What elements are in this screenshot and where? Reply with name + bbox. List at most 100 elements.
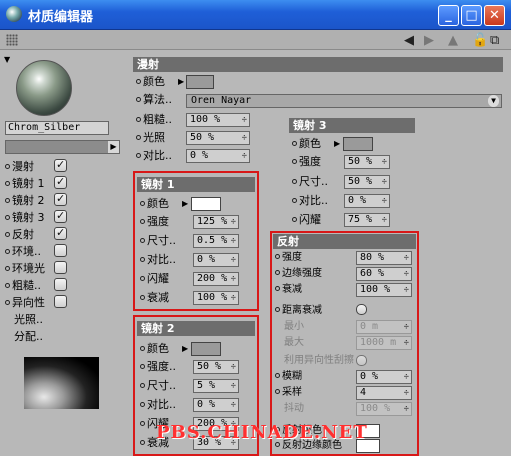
forward-arrow-icon[interactable]: ▶ [424, 33, 434, 48]
spec1-color-label: 颜色 [140, 195, 169, 212]
channel-rough[interactable]: 粗糙.. [5, 277, 41, 293]
spec3-strength-input[interactable]: 50 % [344, 155, 390, 169]
spec1-strength-input[interactable]: 125 % [193, 215, 239, 229]
spec1-size-input[interactable]: 0.5 % [193, 234, 239, 248]
material-name-field[interactable]: Chrom_Silber [5, 121, 109, 135]
reflect-strength-input[interactable]: 80 % [356, 251, 412, 265]
spec1-strength-label: 强度 [140, 213, 169, 230]
section-spec2-header: 镜射 2 [137, 321, 255, 336]
channel-ambient-checkbox[interactable] [54, 261, 67, 274]
reflect-max-label: 最大 [284, 337, 304, 348]
spec1-contrast-input[interactable]: 0 % [193, 253, 239, 267]
maximize-button[interactable]: □ [461, 5, 482, 26]
reflect-max-input[interactable]: 1000 m [356, 336, 412, 350]
reflect-samples-label: 采样 [275, 384, 302, 401]
channel-ambient[interactable]: 环境光 [5, 260, 45, 276]
channel-illum[interactable]: 光照.. [14, 311, 43, 327]
reflect-falloff-input[interactable]: 100 % [356, 283, 412, 297]
channel-spec2-checkbox[interactable] [54, 192, 67, 206]
diffuse-color-swatch[interactable] [186, 75, 214, 89]
reflect-min-input[interactable]: 0 m [356, 320, 412, 334]
watermark: PBS.CHINADE.NET [156, 422, 368, 443]
reflect-falloff-label: 衰减 [275, 281, 302, 298]
channel-assign[interactable]: 分配.. [14, 328, 43, 344]
spec1-contrast-label: 对比.. [140, 251, 176, 268]
section-spec1-header: 镜射 1 [137, 177, 255, 192]
spec3-glare-label: 闪耀 [292, 211, 321, 228]
channel-aniso-checkbox[interactable] [54, 295, 67, 308]
reflect-edge-input[interactable]: 60 % [356, 267, 412, 281]
reflect-strength-label: 强度 [275, 249, 302, 266]
reflect-aniso-label: 利用异向性刮擦 [284, 355, 354, 366]
diffuse-light-input[interactable]: 50 % [186, 131, 250, 145]
diffuse-rough-label: 粗糙.. [136, 111, 172, 128]
close-button[interactable]: ✕ [484, 5, 505, 26]
grip-icon[interactable] [6, 34, 18, 46]
reflect-samples-input[interactable]: 4 [356, 386, 412, 400]
spec3-size-input[interactable]: 50 % [344, 175, 390, 189]
reflect-jitter-input[interactable]: 100 % [356, 402, 412, 416]
color-expand-icon[interactable]: ▶ [334, 139, 340, 148]
section-reflect-header: 反射 [273, 234, 416, 249]
diffuse-contrast-input[interactable]: 0 % [186, 149, 250, 163]
expand-triangle-icon[interactable]: ▼ [4, 55, 10, 64]
reflect-dist-checkbox[interactable] [356, 304, 367, 315]
spec2-contrast-label: 对比.. [140, 396, 176, 413]
color-expand-icon[interactable]: ▶ [178, 77, 184, 86]
channel-diffuse-checkbox[interactable] [54, 158, 67, 172]
channel-reflect[interactable]: 反射 [5, 226, 34, 242]
spec2-color-swatch[interactable] [191, 342, 221, 356]
color-expand-icon[interactable]: ▶ [182, 344, 188, 353]
algorithm-dropdown[interactable]: Oren Nayar ▼ [186, 94, 502, 108]
channel-env[interactable]: 环境.. [5, 243, 41, 259]
channel-spec1[interactable]: 镜射 1 [5, 175, 45, 191]
diffuse-light-label: 光照 [136, 129, 165, 146]
reflect-edge-label: 边缘强度 [275, 265, 322, 282]
channel-spec3[interactable]: 镜射 3 [5, 209, 45, 225]
spec1-glare-input[interactable]: 200 % [193, 272, 239, 286]
reflect-blur-label: 模糊 [275, 368, 302, 385]
texture-thumbnail[interactable] [24, 357, 99, 409]
up-arrow-icon[interactable]: ▲ [448, 33, 458, 48]
spec1-color-swatch[interactable] [191, 197, 221, 211]
spec1-size-label: 尺寸.. [140, 232, 176, 249]
spec3-glare-input[interactable]: 75 % [344, 213, 390, 227]
back-arrow-icon[interactable]: ◀ [404, 33, 414, 48]
spec2-strength-input[interactable]: 50 % [193, 360, 239, 374]
channel-rough-checkbox[interactable] [54, 278, 67, 291]
spec3-contrast-input[interactable]: 0 % [344, 194, 390, 208]
spec1-falloff-label: 衰减 [140, 289, 169, 306]
toolbar [0, 30, 511, 50]
spec2-color-label: 颜色 [140, 340, 169, 357]
section-diffuse-header: 漫射 [133, 57, 503, 72]
spec1-glare-label: 闪耀 [140, 270, 169, 287]
app-icon [6, 6, 22, 22]
channel-env-checkbox[interactable] [54, 244, 67, 257]
slider-arrow-icon[interactable]: ▶ [108, 141, 119, 153]
chevron-down-icon[interactable]: ▼ [488, 95, 499, 107]
channel-diffuse[interactable]: 漫射 [5, 158, 34, 174]
spec2-size-label: 尺寸.. [140, 377, 176, 394]
spec1-falloff-input[interactable]: 100 % [193, 291, 239, 305]
material-preview[interactable] [16, 60, 72, 116]
diffuse-contrast-label: 对比.. [136, 147, 172, 164]
reflect-dist-label: 距离衰减 [275, 302, 322, 319]
new-window-icon[interactable]: ⧉ [490, 33, 499, 48]
title-bar: 材质编辑器 _ □ ✕ [0, 0, 511, 30]
channel-spec3-checkbox[interactable] [54, 209, 67, 223]
preview-slider[interactable]: ▶ [5, 140, 120, 154]
channel-spec1-checkbox[interactable] [54, 175, 67, 189]
lock-icon[interactable]: 🔓 [472, 33, 488, 48]
reflect-min-label: 最小 [284, 321, 304, 332]
spec2-size-input[interactable]: 5 % [193, 379, 239, 393]
channel-spec2[interactable]: 镜射 2 [5, 192, 45, 208]
reflect-aniso-checkbox[interactable] [356, 355, 367, 366]
minimize-button[interactable]: _ [438, 5, 459, 26]
diffuse-rough-input[interactable]: 100 % [186, 113, 250, 127]
reflect-blur-input[interactable]: 0 % [356, 370, 412, 384]
color-expand-icon[interactable]: ▶ [182, 199, 188, 208]
spec3-color-swatch[interactable] [343, 137, 373, 151]
channel-reflect-checkbox[interactable] [54, 226, 67, 240]
channel-aniso[interactable]: 异向性 [5, 294, 45, 310]
spec2-contrast-input[interactable]: 0 % [193, 398, 239, 412]
